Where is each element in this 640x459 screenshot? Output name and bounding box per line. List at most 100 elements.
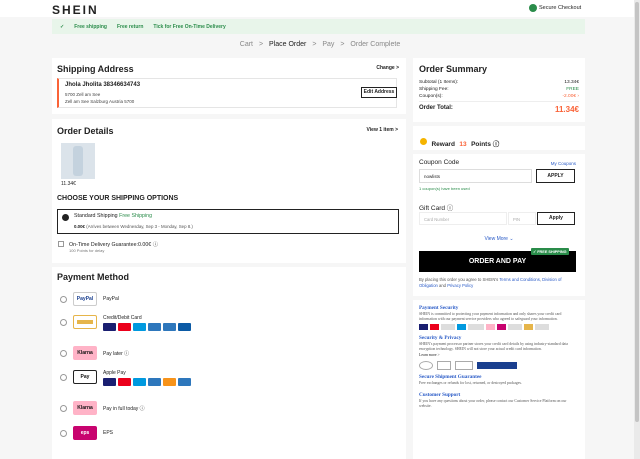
summary-row: Shipping Fee: FREE	[419, 87, 579, 92]
card-icon	[178, 378, 191, 386]
payment-klarna-full[interactable]: Klarna Pay in full today ⓘ	[60, 401, 145, 415]
paypal-label: PayPal	[103, 296, 119, 302]
radio-klarna-full[interactable]	[60, 404, 67, 412]
radio-selected[interactable]	[62, 214, 69, 221]
coupon-title: Coupon Code	[419, 159, 460, 166]
standard-shipping-label: Standard Shipping	[74, 213, 118, 219]
shipment-title: Secure Shipment Guarantee	[419, 374, 482, 381]
amex-alt-icon	[163, 323, 176, 331]
order-details-card: Order Details View 1 item > 11.34€ CHOOS…	[52, 119, 406, 263]
radio-eps[interactable]	[60, 429, 67, 437]
coupon-input[interactable]: nowlists	[419, 169, 532, 183]
promo-banner: ✓ Free shipping Free return Tick for Fre…	[52, 19, 585, 34]
free-shipping-tag: Free Shipping	[119, 213, 153, 219]
secure-checkout-label: Secure Checkout	[539, 5, 582, 11]
klarna-logo-icon: Klarna	[73, 346, 97, 360]
standard-eta: (Arrives between Wednesday, Sep 3 - Mond…	[86, 224, 193, 229]
order-summary-card: Order Summary Subtotal (1 Items): 13.34€ …	[413, 58, 585, 122]
coupon-note: 1 coupon(s) have been used	[419, 186, 470, 191]
view-items-link[interactable]: View 1 item >	[367, 127, 398, 133]
terms-pre: By placing this order you agree to SHEIN…	[419, 277, 499, 282]
scrollbar-thumb[interactable]	[635, 2, 639, 422]
shipment-text: Free exchanges or refunds for lost, retu…	[419, 381, 522, 386]
terms-and: and	[437, 282, 448, 288]
shein-logo[interactable]: SHEIN	[52, 3, 99, 17]
free-shipping-badge: ✓ FREE SHIPPING	[531, 248, 569, 255]
learn-more-link[interactable]: Learn more >	[419, 353, 579, 357]
reward-points: 13	[459, 141, 467, 148]
check-icon: ✓	[60, 23, 65, 30]
summary-title: Order Summary	[419, 64, 488, 74]
scrollbar[interactable]	[634, 0, 640, 459]
radio-apple-pay[interactable]	[60, 374, 67, 381]
total-label: Order Total:	[419, 105, 453, 111]
promo-free-return: Free return	[116, 23, 144, 30]
amex-icon	[148, 323, 161, 331]
checkout-steps: Cart > Place Order > Pay > Order Complet…	[0, 41, 640, 48]
radio-klarna-later[interactable]	[60, 349, 67, 357]
maestro-icon	[133, 323, 146, 331]
summary-row: Coupon(s): -2.00€ ›	[419, 94, 579, 99]
step-sep: >	[258, 41, 264, 48]
coin-icon	[420, 138, 427, 146]
gift-card-title: Gift Card ⓘ	[419, 205, 454, 212]
view-more-link[interactable]: View More ⌄	[413, 236, 585, 242]
apple-pay-brand-icons	[103, 378, 191, 386]
on-time-label: On-Time Delivery Guarantee:0.00€ ⓘ	[69, 242, 159, 248]
card-brand-icons	[103, 323, 191, 331]
terms-text: By placing this order you agree to SHEIN…	[419, 277, 579, 288]
step-cart[interactable]: Cart	[240, 41, 253, 48]
product-price: 11.34€	[61, 181, 76, 187]
payment-title: Payment Method	[57, 272, 130, 282]
address-line1: 5700 Zell am See	[65, 92, 101, 97]
card-label: Credit/Debit Card	[103, 315, 142, 321]
security-info-card: Payment Security SHEIN is committed to p…	[413, 300, 585, 459]
privacy-title: Security & Privacy	[419, 335, 462, 342]
support-text: If you have any questions about your ord…	[419, 398, 567, 408]
product-thumbnail[interactable]	[61, 143, 95, 179]
promo-on-time: Tick for Free On-Time Delivery	[153, 23, 226, 30]
coupon-value[interactable]: -2.00€ ›	[562, 94, 579, 99]
payment-method-card: Payment Method PayPal PayPal Credit/Debi…	[52, 267, 406, 459]
radio-card[interactable]	[60, 319, 67, 326]
visa-icon	[103, 323, 116, 331]
address-box: Jhola Jholita 38346634743 5700 Zell am S…	[57, 78, 397, 108]
top-bar: SHEIN Secure Checkout	[0, 0, 640, 17]
payment-klarna-later[interactable]: Klarna Pay later ⓘ	[60, 346, 129, 360]
payment-apple-pay[interactable]: Pay Apple Pay	[60, 370, 191, 386]
change-address-link[interactable]: Change >	[376, 65, 399, 71]
radio-paypal[interactable]	[60, 295, 67, 303]
on-time-checkbox[interactable]	[58, 241, 64, 247]
subtotal-value: 13.34€	[564, 80, 579, 85]
lock-icon	[529, 4, 537, 12]
standard-shipping-option[interactable]: Standard Shipping Free Shipping 0.00€ (A…	[57, 209, 399, 234]
payment-logos	[419, 324, 579, 331]
edit-address-button[interactable]: Edit Address	[361, 87, 397, 98]
mastercard-icon	[118, 378, 131, 386]
on-time-sub: 100 Points for delay	[69, 248, 105, 253]
step-sep: >	[340, 41, 345, 48]
subtotal-label: Subtotal (1 Items):	[419, 80, 459, 85]
klarna-later-label: Pay later ⓘ	[103, 350, 130, 357]
terms-link[interactable]: Terms and Conditions	[499, 277, 540, 282]
payment-paypal[interactable]: PayPal PayPal	[60, 292, 119, 306]
privacy-text: SHEIN's payment processor partner stores…	[419, 342, 568, 351]
payment-security-text: SHEIN is committed to protecting your pa…	[419, 312, 562, 321]
coupon-apply-button[interactable]: APPLY	[536, 169, 575, 183]
step-place-order: Place Order	[269, 41, 307, 48]
payment-eps[interactable]: eps EPS	[60, 426, 113, 440]
step-sep: >	[312, 41, 317, 48]
privacy-link[interactable]: Privacy Policy	[447, 283, 473, 288]
gift-apply-button[interactable]: Apply	[537, 212, 575, 225]
summary-row: Subtotal (1 Items): 13.34€	[419, 80, 579, 85]
discover-icon	[163, 378, 176, 386]
gift-card-pin-input[interactable]: PIN	[508, 212, 536, 225]
visa-icon	[103, 378, 116, 386]
payment-card[interactable]: Credit/Debit Card	[60, 315, 191, 331]
credit-card-icon	[73, 315, 97, 329]
my-coupons-link[interactable]: My Coupons	[551, 161, 576, 166]
total-row: Order Total: 11.34€	[419, 101, 579, 114]
support-title: Customer Support	[419, 391, 461, 398]
gift-card-number-input[interactable]: Card Number	[419, 212, 507, 225]
maestro-icon	[133, 378, 146, 386]
